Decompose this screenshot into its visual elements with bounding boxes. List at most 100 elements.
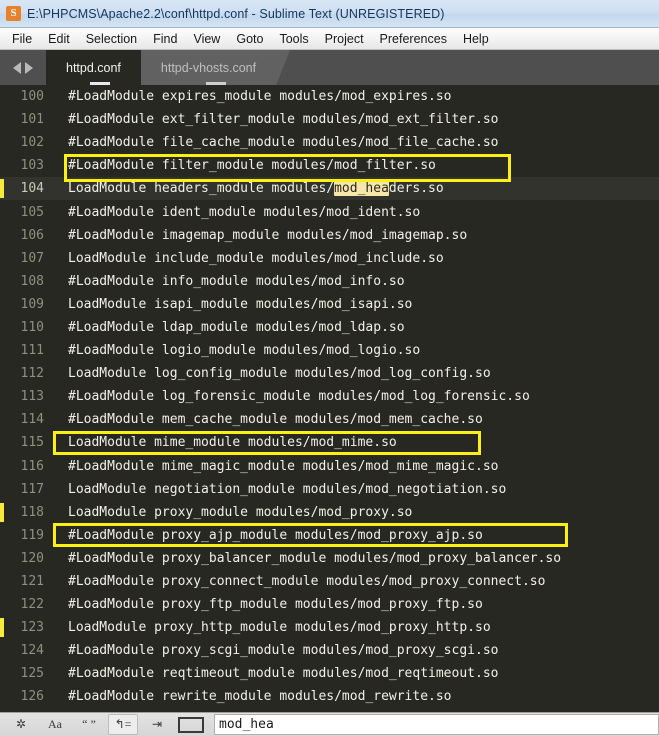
case-sensitive-toggle-icon[interactable]: Aa (40, 714, 70, 735)
menu-item-tools[interactable]: Tools (271, 30, 316, 48)
code-line[interactable]: 113 #LoadModule log_forensic_module modul… (0, 385, 659, 408)
menu-item-selection[interactable]: Selection (78, 30, 145, 48)
line-number: 108 (20, 273, 44, 289)
line-number: 123 (20, 620, 44, 636)
menu-item-goto[interactable]: Goto (228, 30, 271, 48)
sublime-text-logo-icon: S (6, 6, 21, 21)
line-number: 112 (20, 366, 44, 382)
line-number: 109 (20, 296, 44, 312)
menu-item-help[interactable]: Help (455, 30, 497, 48)
code-line[interactable]: 125 #LoadModule reqtimeout_module modules… (0, 662, 659, 685)
regex-toggle-icon[interactable]: ✲ (6, 714, 36, 735)
code-line[interactable]: 116 #LoadModule mime_magic_module modules… (0, 455, 659, 478)
line-number: 116 (20, 458, 44, 474)
line-number: 113 (20, 389, 44, 405)
gutter-marker-icon (0, 502, 4, 522)
code-line[interactable]: 107 LoadModule include_module modules/mod… (0, 247, 659, 270)
highlight-results-toggle-icon[interactable] (176, 714, 206, 735)
code-text: #LoadModule proxy_ftp_module modules/mod… (68, 597, 483, 613)
code-text: LoadModule mime_module modules/mod_mime.… (68, 435, 397, 451)
line-number: 124 (20, 643, 44, 659)
line-number: 101 (20, 112, 44, 128)
line-number: 114 (20, 412, 44, 428)
code-line[interactable]: 120 #LoadModule proxy_balancer_module mod… (0, 547, 659, 570)
gutter-marker-icon (0, 618, 4, 638)
code-editor[interactable]: 100 #LoadModule expires_module modules/mo… (0, 85, 659, 712)
code-text: LoadModule proxy_http_module modules/mod… (68, 620, 491, 636)
whole-word-toggle-icon[interactable]: “ ” (74, 714, 104, 735)
search-match-highlight: mod_hea (334, 181, 389, 197)
code-line[interactable]: 124 #LoadModule proxy_scgi_module modules… (0, 639, 659, 662)
menu-item-preferences[interactable]: Preferences (372, 30, 455, 48)
line-number: 103 (20, 158, 44, 174)
code-text: LoadModule include_module modules/mod_in… (68, 250, 444, 266)
menu-item-find[interactable]: Find (145, 30, 185, 48)
tab-navigation (0, 50, 46, 85)
tab-label: httpd-vhosts.conf (160, 60, 257, 75)
code-line[interactable]: 104 LoadModule headers_module modules/mod… (0, 177, 659, 201)
gutter-marker-icon (0, 179, 4, 199)
line-number: 104 (20, 181, 44, 197)
code-line[interactable]: 108 #LoadModule info_module modules/mod_i… (0, 270, 659, 293)
menu-item-project[interactable]: Project (317, 30, 372, 48)
code-text: #LoadModule mime_magic_module modules/mo… (68, 458, 499, 474)
code-line[interactable]: 100 #LoadModule expires_module modules/mo… (0, 85, 659, 108)
code-line[interactable]: 111 #LoadModule logio_module modules/mod_… (0, 339, 659, 362)
tab-prev-arrow-icon[interactable] (13, 61, 21, 74)
tab-httpd-vhosts-conf[interactable]: httpd-vhosts.conf (141, 50, 290, 85)
code-text: #LoadModule imagemap_module modules/mod_… (68, 227, 468, 243)
in-selection-toggle-icon[interactable]: ⇥ (142, 714, 172, 735)
code-text: LoadModule headers_module modules/mod_he… (68, 181, 444, 197)
line-number: 105 (20, 204, 44, 220)
code-line[interactable]: 102 #LoadModule file_cache_module modules… (0, 131, 659, 154)
code-text: #LoadModule reqtimeout_module modules/mo… (68, 666, 499, 682)
code-line[interactable]: 122 #LoadModule proxy_ftp_module modules/… (0, 593, 659, 616)
menu-item-edit[interactable]: Edit (40, 30, 78, 48)
line-number: 119 (20, 527, 44, 543)
code-text: LoadModule negotiation_module modules/mo… (68, 481, 507, 497)
code-text: #LoadModule log_forensic_module modules/… (68, 389, 530, 405)
code-line[interactable]: 118 LoadModule proxy_module modules/mod_p… (0, 501, 659, 524)
wrap-toggle-icon[interactable]: ↰= (108, 714, 138, 735)
code-line[interactable]: 114 #LoadModule mem_cache_module modules/… (0, 408, 659, 431)
code-lines-container[interactable]: 100 #LoadModule expires_module modules/mo… (0, 85, 659, 712)
code-text: #LoadModule proxy_scgi_module modules/mo… (68, 643, 499, 659)
rectangle-icon (178, 716, 204, 733)
code-line[interactable]: 123 LoadModule proxy_http_module modules/… (0, 616, 659, 639)
find-input[interactable]: mod_hea (214, 714, 659, 735)
line-number: 121 (20, 574, 44, 590)
code-line[interactable]: 126 #LoadModule rewrite_module modules/mo… (0, 685, 659, 708)
code-line[interactable]: 110 #LoadModule ldap_module modules/mod_l… (0, 316, 659, 339)
line-number: 120 (20, 550, 44, 566)
menu-item-file[interactable]: File (4, 30, 40, 48)
code-line[interactable]: 103 #LoadModule filter_module modules/mod… (0, 154, 659, 177)
line-number: 106 (20, 227, 44, 243)
code-line[interactable]: 117 LoadModule negotiation_module modules… (0, 478, 659, 501)
code-line[interactable]: 106 #LoadModule imagemap_module modules/m… (0, 224, 659, 247)
line-number: 107 (20, 250, 44, 266)
line-number: 100 (20, 89, 44, 105)
line-number: 115 (20, 435, 44, 451)
code-line[interactable]: 115 LoadModule mime_module modules/mod_mi… (0, 431, 659, 454)
line-number: 118 (20, 504, 44, 520)
tab-next-arrow-icon[interactable] (25, 61, 33, 74)
code-line[interactable]: 109 LoadModule isapi_module modules/mod_i… (0, 293, 659, 316)
code-line[interactable]: 119 #LoadModule proxy_ajp_module modules/… (0, 524, 659, 547)
code-line[interactable]: 105 #LoadModule ident_module modules/mod_… (0, 200, 659, 223)
code-line[interactable]: 121 #LoadModule proxy_connect_module modu… (0, 570, 659, 593)
code-text: #LoadModule ldap_module modules/mod_ldap… (68, 319, 405, 335)
code-text: #LoadModule filter_module modules/mod_fi… (68, 158, 436, 174)
menu-bar: File Edit Selection Find View Goto Tools… (0, 28, 659, 50)
code-text: #LoadModule ident_module modules/mod_ide… (68, 204, 421, 220)
code-text: #LoadModule proxy_ajp_module modules/mod… (68, 527, 483, 543)
line-number: 125 (20, 666, 44, 682)
line-number: 110 (20, 319, 44, 335)
tab-httpd-conf[interactable]: httpd.conf (46, 50, 155, 85)
window-title: E:\PHPCMS\Apache2.2\conf\httpd.conf - Su… (27, 6, 445, 21)
code-text: #LoadModule proxy_connect_module modules… (68, 574, 546, 590)
menu-item-view[interactable]: View (185, 30, 228, 48)
code-line[interactable]: 101 #LoadModule ext_filter_module modules… (0, 108, 659, 131)
code-text: LoadModule isapi_module modules/mod_isap… (68, 296, 413, 312)
code-line[interactable]: 112 LoadModule log_config_module modules/… (0, 362, 659, 385)
code-text: #LoadModule info_module modules/mod_info… (68, 273, 405, 289)
